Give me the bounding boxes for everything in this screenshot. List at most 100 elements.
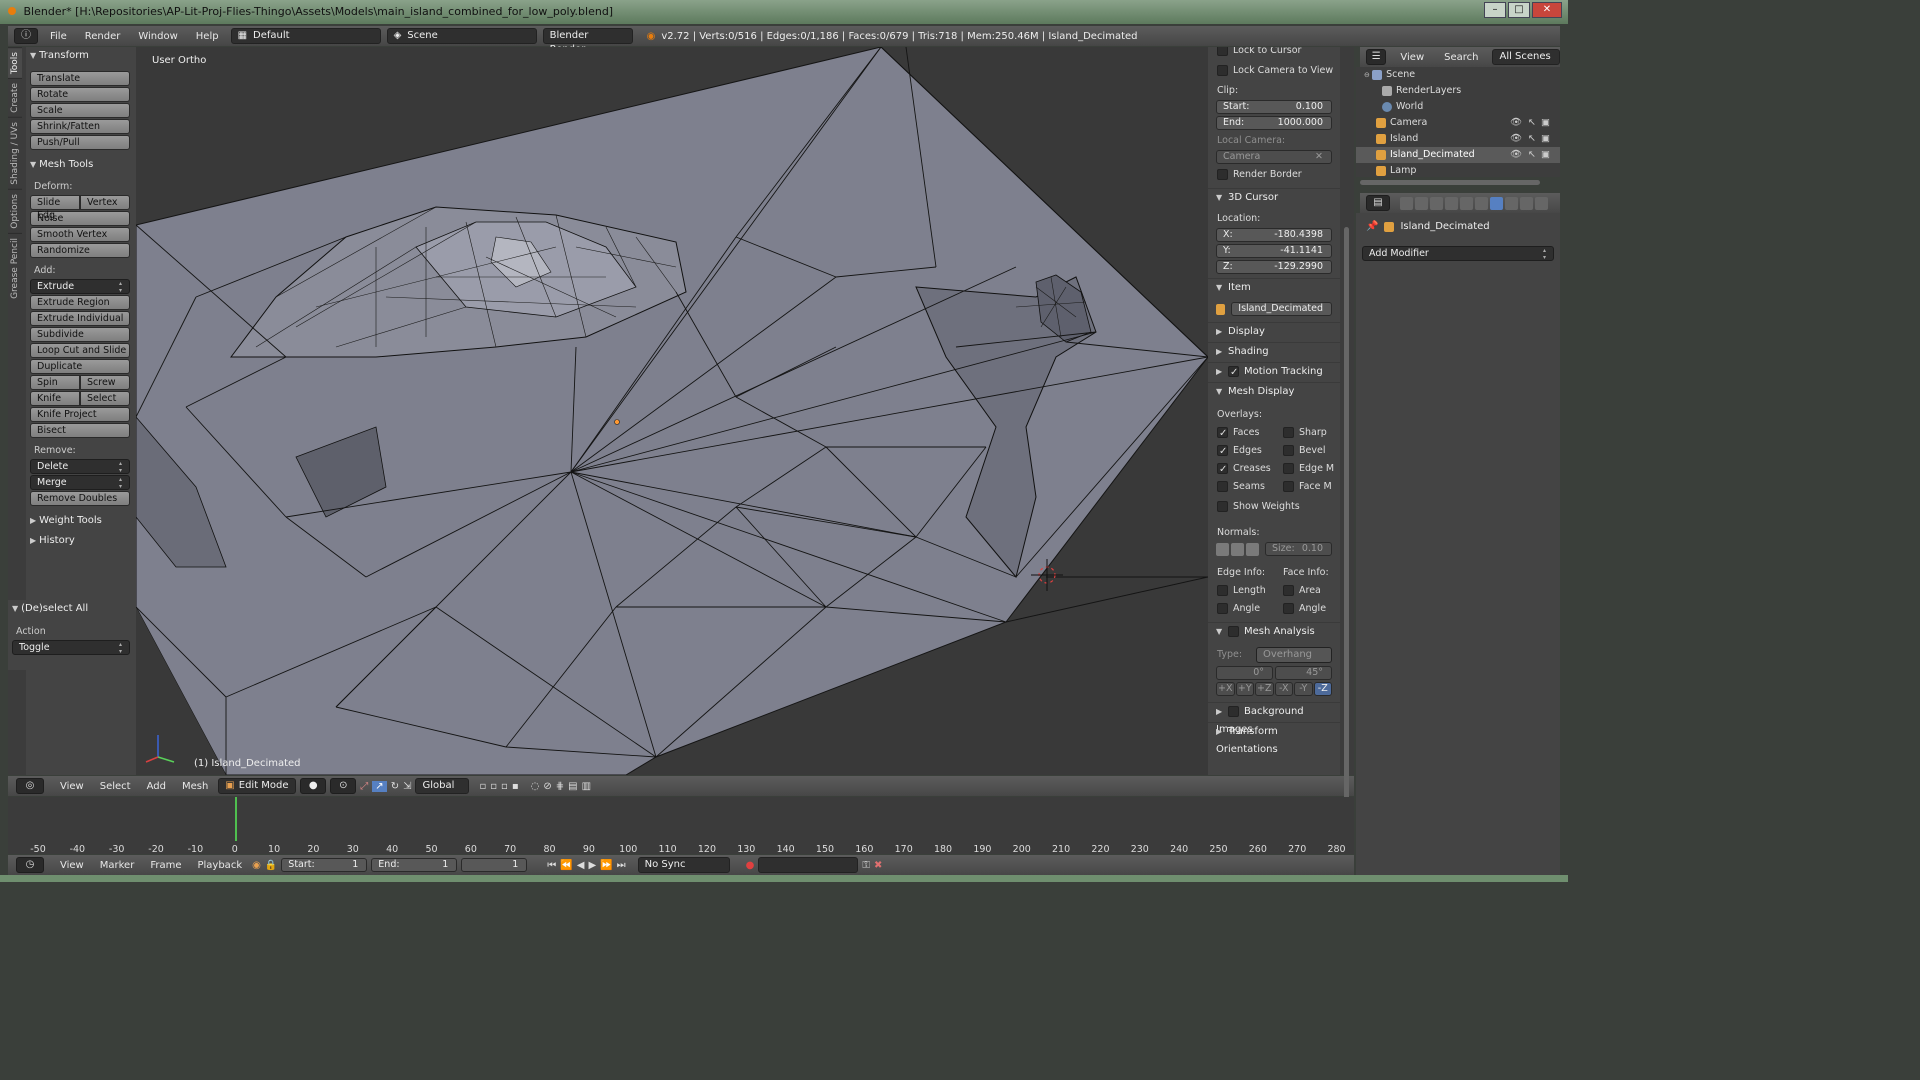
scene-tab-icon[interactable] [1430, 196, 1443, 210]
edge-marks-checkbox[interactable] [1283, 463, 1294, 474]
weight-tools-panel-header[interactable]: ▶ Weight Tools [26, 512, 136, 530]
outliner-row-scene[interactable]: ⊖ Scene [1356, 67, 1560, 83]
render-border-row[interactable]: Render Border [1208, 166, 1340, 184]
analysis-min-field[interactable]: 0° [1216, 666, 1273, 680]
push-pull-button[interactable]: Push/Pull [30, 135, 130, 150]
length-checkbox[interactable] [1217, 585, 1228, 596]
select-arrow-icon[interactable]: ↖ [1528, 147, 1536, 163]
axis-neg-z-button[interactable]: -Z [1313, 682, 1332, 696]
rotate-manipulator-icon[interactable]: ↻ [391, 781, 399, 792]
axis-neg-y-button[interactable]: -Y [1294, 682, 1313, 696]
cursor-y-field[interactable]: Y: -41.1141 [1216, 244, 1332, 258]
visibility-eye-icon[interactable]: 👁 [1510, 115, 1522, 131]
render-preview-icon[interactable]: ▤ [568, 781, 577, 792]
item-panel-header[interactable]: ▼ Item [1208, 278, 1340, 296]
background-images-panel-header[interactable]: ▶ Background Images [1208, 702, 1340, 735]
sync-mode-dropdown[interactable]: No Sync [637, 857, 730, 873]
duplicate-button[interactable]: Duplicate [30, 359, 130, 374]
render-layers-tab-icon[interactable] [1415, 196, 1428, 210]
lock-camera-checkbox[interactable] [1217, 65, 1228, 76]
prev-keyframe-icon[interactable]: ⏪ [560, 860, 572, 871]
scrollbar-thumb[interactable] [1344, 227, 1349, 817]
mode-selector[interactable]: ▣ Edit Mode [218, 778, 297, 794]
outliner-display-mode[interactable]: All Scenes [1492, 49, 1560, 65]
current-frame-marker[interactable] [234, 797, 237, 841]
seams-checkbox[interactable] [1217, 481, 1228, 492]
menu-view[interactable]: View [54, 781, 90, 792]
remove-doubles-button[interactable]: Remove Doubles [30, 491, 130, 506]
delete-dropdown[interactable]: Delete [30, 459, 130, 474]
edge-angle-checkbox[interactable] [1217, 603, 1228, 614]
snap-toggle-icon[interactable]: ⊘ [543, 781, 551, 792]
noise-button[interactable]: Noise [30, 211, 130, 226]
material-tab-icon[interactable] [1520, 196, 1533, 210]
show-weights-row[interactable]: Show Weights [1208, 498, 1340, 516]
edge-select-icon[interactable]: ▫ [490, 781, 497, 792]
face-angle-checkbox[interactable] [1283, 603, 1294, 614]
transform-orientations-panel-header[interactable]: ▶ Transform Orientations [1208, 722, 1340, 755]
normal-size-field[interactable]: Size: 0.10 [1265, 542, 1332, 556]
timeline-menu-playback[interactable]: Playback [191, 860, 248, 871]
clear-icon[interactable]: ✕ [1315, 151, 1323, 163]
menu-select[interactable]: Select [94, 781, 137, 792]
3d-viewport[interactable]: User Ortho (1) Island_Decimated [136, 47, 1208, 775]
overlay-face-marks[interactable]: Face M [1274, 478, 1340, 496]
cursor-x-field[interactable]: X: -180.4398 [1216, 228, 1332, 242]
outliner-row-island-decimated[interactable]: Island_Decimated 👁 ↖ ▣ [1356, 147, 1560, 163]
shading-panel-header[interactable]: ▶ Shading [1208, 342, 1340, 360]
menu-help[interactable]: Help [190, 31, 225, 42]
scale-button[interactable]: Scale [30, 103, 130, 118]
analysis-type-dropdown[interactable]: Overhang [1256, 647, 1332, 663]
tab-tools[interactable]: Tools [8, 47, 22, 79]
render-border-checkbox[interactable] [1217, 169, 1228, 180]
jump-start-icon[interactable]: ⏮ [547, 860, 556, 871]
scale-manipulator-icon[interactable]: ⇲ [403, 781, 411, 792]
face-area-row[interactable]: Area [1274, 582, 1340, 600]
add-modifier-dropdown[interactable]: Add Modifier [1362, 246, 1554, 261]
clip-end-field[interactable]: End: 1000.000 [1216, 116, 1332, 130]
translate-button[interactable]: Translate [30, 71, 130, 86]
texture-tab-icon[interactable] [1535, 196, 1548, 210]
tab-create[interactable]: Create [8, 78, 22, 118]
render-camera-icon[interactable]: ▣ [1541, 147, 1550, 163]
face-normals-icon[interactable] [1246, 542, 1259, 556]
outliner-row-renderlayers[interactable]: RenderLayers [1356, 83, 1560, 99]
delete-keyframe-icon[interactable]: ✖ [874, 860, 882, 871]
data-tab-icon[interactable] [1505, 196, 1518, 210]
timeline[interactable]: -50 -40 -30 -20 -10 0 10 20 30 40 50 60 70 80 90 100 110… [8, 797, 1354, 854]
record-icon[interactable]: ● [746, 860, 755, 871]
tab-grease-pencil[interactable]: Grease Pencil [8, 232, 22, 303]
constraints-tab-icon[interactable] [1475, 196, 1488, 210]
lock-camera-row[interactable]: Lock Camera to View [1208, 62, 1340, 80]
shrink-fatten-button[interactable]: Shrink/Fatten [30, 119, 130, 134]
editor-type-outliner-button[interactable]: ☰ [1366, 49, 1387, 65]
manipulator-toggle-icon[interactable]: ⤢ [360, 781, 368, 792]
3d-cursor-panel-header[interactable]: ▼ 3D Cursor [1208, 188, 1340, 206]
timeline-ruler[interactable]: -50 -40 -30 -20 -10 0 10 20 30 40 50 60 70 80 90 100 110… [8, 842, 1354, 854]
render-engine-selector[interactable]: Blender Render [542, 28, 633, 55]
preview-range-icon[interactable]: ◉ [252, 860, 261, 871]
spin-button[interactable]: Spin [30, 375, 80, 390]
outliner-row-world[interactable]: World [1356, 99, 1560, 115]
overlay-faces[interactable]: Faces [1208, 424, 1274, 443]
axis-pos-y-button[interactable]: +Y [1235, 682, 1254, 696]
menu-file[interactable]: File [44, 31, 73, 42]
jump-end-icon[interactable]: ⏭ [617, 860, 626, 871]
overlay-sharp[interactable]: Sharp [1274, 424, 1340, 442]
sharp-checkbox[interactable] [1283, 427, 1294, 438]
timeline-menu-frame[interactable]: Frame [144, 860, 187, 871]
minimize-button[interactable]: – [1484, 2, 1506, 18]
outliner-menu-search[interactable]: Search [1438, 52, 1484, 63]
randomize-button[interactable]: Randomize [30, 243, 130, 258]
maximize-button[interactable]: □ [1508, 2, 1530, 18]
action-dropdown[interactable]: Toggle [12, 640, 130, 655]
lock-time-icon[interactable]: 🔒 [265, 860, 277, 871]
outliner-menu-view[interactable]: View [1394, 52, 1430, 63]
motion-tracking-panel-header[interactable]: ▶Motion Tracking [1208, 362, 1340, 382]
slide-edge-button[interactable]: Slide Edg [30, 195, 80, 221]
timeline-menu-marker[interactable]: Marker [94, 860, 141, 871]
background-images-checkbox[interactable] [1228, 705, 1239, 717]
knife-project-button[interactable]: Knife Project [30, 407, 130, 422]
extrude-individual-button[interactable]: Extrude Individual [30, 311, 130, 326]
visibility-eye-icon[interactable]: 👁 [1510, 147, 1522, 163]
